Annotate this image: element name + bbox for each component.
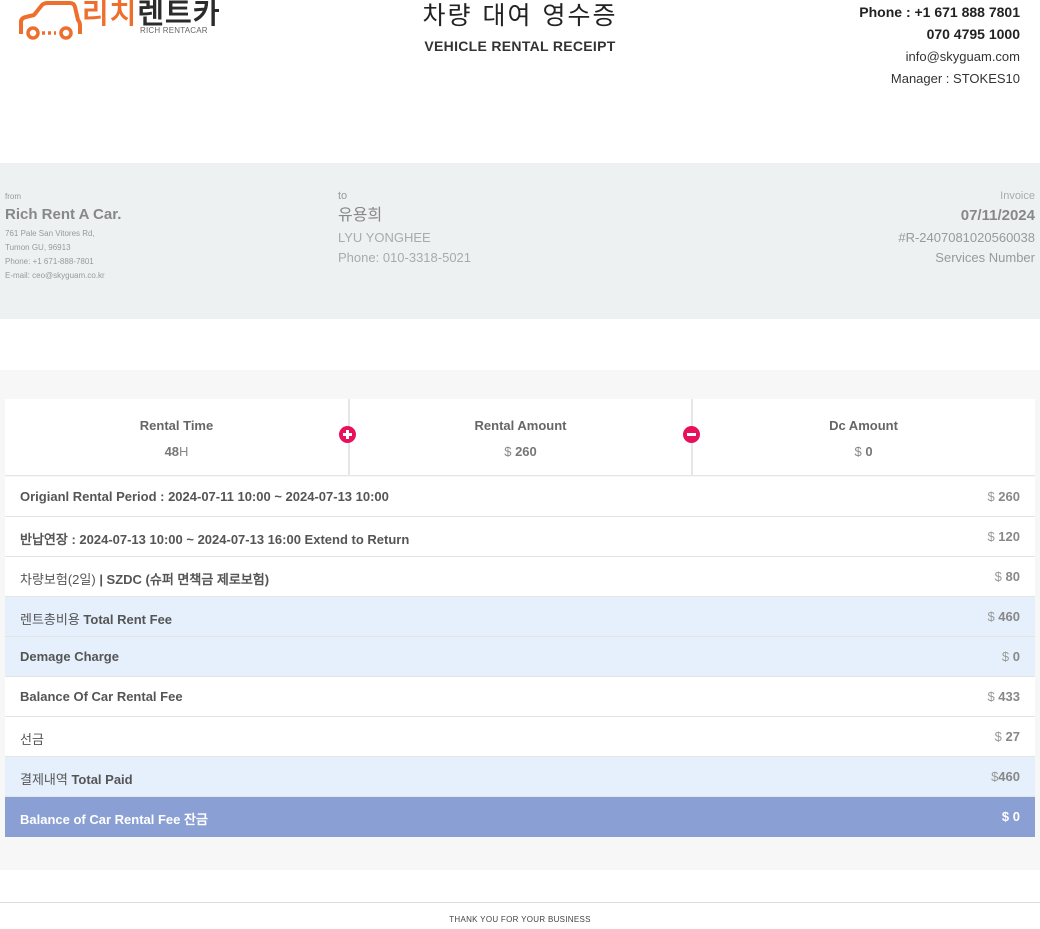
company-contact: Phone : +1 671 888 7801 070 4795 1000 in…: [859, 2, 1020, 90]
line-item-amount: $ 27: [994, 729, 1020, 744]
line-item-amount: $460: [991, 769, 1020, 784]
from-address-line2: Tumon GU, 96913: [5, 243, 71, 252]
line-item-total-paid: 결제내역 Total Paid $460: [5, 757, 1035, 797]
line-item-label: 선금: [20, 732, 44, 747]
line-item-total-rent-fee: 렌트총비용 Total Rent Fee $ 460: [5, 597, 1035, 637]
line-item-damage-charge: Demage Charge $ 0: [5, 637, 1035, 677]
line-item-amount: $ 80: [994, 569, 1020, 584]
line-item-return-extension: 반납연장 : 2024-07-13 10:00 ~ 2024-07-13 16:…: [5, 517, 1035, 557]
stat-rental-amount-value: $ 260: [504, 444, 537, 459]
footer-divider: [0, 902, 1040, 903]
customer-name-korean: 유용희: [338, 207, 383, 224]
stat-rental-amount-label: Rental Amount: [474, 418, 567, 433]
stat-rental-time-value: 48H: [164, 444, 189, 459]
stat-rental-time: Rental Time 48H: [5, 399, 348, 476]
customer-name-english: LYU YONGHEE: [338, 230, 431, 245]
contact-email: info@skyguam.com: [905, 49, 1020, 64]
line-item-amount: $ 260: [987, 489, 1020, 504]
stat-dc-amount-value: $ 0: [854, 444, 873, 459]
car-logo-icon: [19, 1, 82, 40]
footer-thank-you: THANK YOU FOR YOUR BUSINESS: [449, 915, 591, 924]
from-address-line1: 761 Pale San Vitores Rd,: [5, 229, 95, 238]
invoice-date: 07/11/2024: [960, 207, 1035, 224]
billing-info-band: from Rich Rent A Car. 761 Pale San Vitor…: [0, 163, 1040, 319]
line-item-label: 반납연장 : 2024-07-13 10:00 ~ 2024-07-13 16:…: [20, 532, 410, 547]
line-item-final-balance: Balance of Car Rental Fee 잔금 $ 0: [5, 797, 1035, 837]
stat-rental-amount: Rental Amount $ 260: [348, 399, 691, 476]
from-block: from Rich Rent A Car. 761 Pale San Vitor…: [5, 191, 305, 283]
from-label: from: [5, 192, 21, 201]
invoice-label: Invoice: [1000, 190, 1035, 202]
line-item-label: Demage Charge: [20, 649, 119, 664]
receipt-header: 리치렌트카 RICH RENTACAR 차량 대여 영수증 VEHICLE RE…: [0, 0, 1040, 120]
from-phone: Phone: +1 671-888-7801: [5, 257, 94, 266]
minus-circle-icon: [683, 426, 700, 443]
plus-circle-icon: [339, 426, 356, 443]
line-item-label: 차량보험(2일) | SZDC (슈퍼 면책금 제로보험): [20, 572, 270, 587]
customer-phone: Phone: 010-3318-5021: [338, 250, 472, 265]
summary-stats: Rental Time 48H Rental Amount $ 260 Dc A…: [5, 399, 1035, 476]
line-item-original-rental-period: Origianl Rental Period : 2024-07-11 10:0…: [5, 477, 1035, 517]
invoice-block: Invoice 07/11/2024 #R-2407081020560038 S…: [735, 188, 1035, 268]
line-item-label: 렌트총비용 Total Rent Fee: [20, 612, 173, 627]
stat-dc-amount-label: Dc Amount: [829, 418, 898, 433]
line-item-label: 결제내역 Total Paid: [20, 772, 133, 787]
services-number-label: Services Number: [935, 250, 1035, 265]
contact-phone-secondary: 070 4795 1000: [926, 26, 1020, 42]
title-korean: 차량 대여 영수증: [422, 1, 618, 30]
rental-summary-section: Rental Time 48H Rental Amount $ 260 Dc A…: [0, 370, 1040, 870]
line-item-label: Balance Of Car Rental Fee: [20, 689, 183, 704]
line-item-insurance: 차량보험(2일) | SZDC (슈퍼 면책금 제로보험) $ 80: [5, 557, 1035, 597]
fee-line-items: Origianl Rental Period : 2024-07-11 10:0…: [5, 477, 1035, 837]
invoice-number: #R-2407081020560038: [898, 230, 1035, 245]
line-item-deposit: 선금 $ 27: [5, 717, 1035, 757]
line-item-label: Origianl Rental Period : 2024-07-11 10:0…: [20, 489, 389, 504]
contact-manager: Manager : STOKES10: [890, 71, 1020, 86]
line-item-amount: $ 433: [987, 689, 1020, 704]
company-logo: 리치렌트카 RICH RENTACAR: [18, 0, 228, 40]
from-company-name: Rich Rent A Car.: [5, 206, 122, 223]
line-item-amount: $ 0: [1001, 649, 1020, 664]
line-item-balance-of-rental-fee: Balance Of Car Rental Fee $ 433: [5, 677, 1035, 717]
line-item-label: Balance of Car Rental Fee 잔금: [20, 812, 208, 827]
from-email: E-mail: ceo@skyguam.co.kr: [5, 271, 105, 280]
contact-phone-primary: Phone : +1 671 888 7801: [859, 4, 1020, 20]
line-item-amount: $ 0: [1001, 809, 1020, 824]
stat-dc-amount: Dc Amount $ 0: [691, 399, 1034, 476]
line-item-amount: $ 120: [987, 529, 1020, 544]
to-block: to 유용희 LYU YONGHEE Phone: 010-3318-5021: [338, 188, 638, 268]
stat-rental-time-label: Rental Time: [139, 418, 214, 433]
title-english: VEHICLE RENTAL RECEIPT: [424, 38, 616, 54]
to-label: to: [338, 190, 348, 202]
logo-subtitle: RICH RENTACAR: [140, 26, 208, 35]
receipt-title: 차량 대여 영수증 VEHICLE RENTAL RECEIPT: [320, 0, 720, 54]
line-item-amount: $ 460: [987, 609, 1020, 624]
